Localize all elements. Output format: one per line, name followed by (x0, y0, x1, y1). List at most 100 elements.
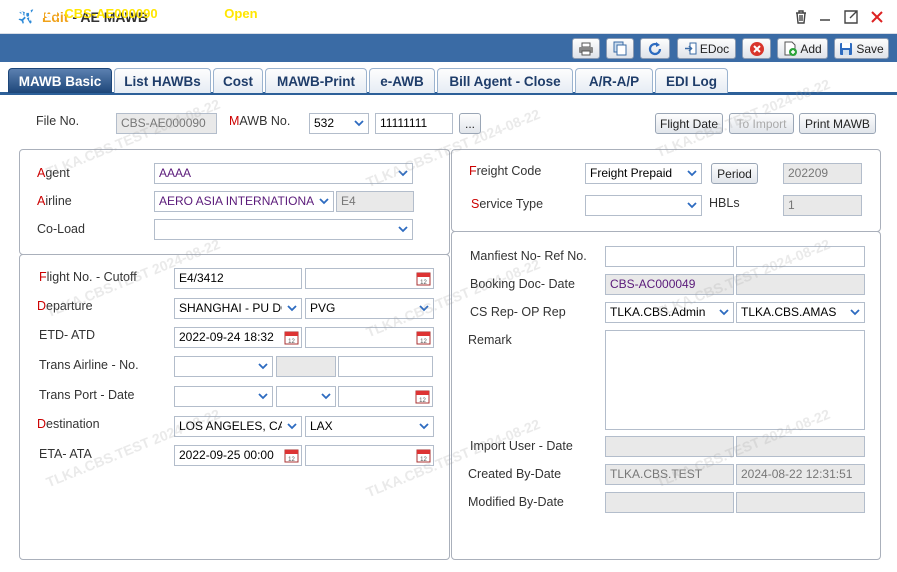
chevron-down-icon (318, 198, 329, 205)
chevron-down-icon (320, 393, 331, 400)
destination-select[interactable]: LOS ANGELES, CA (174, 416, 302, 437)
eta-input[interactable]: 2022-09-25 00:00 12 (174, 445, 302, 466)
add-button[interactable]: Add (777, 38, 828, 59)
calendar-icon[interactable]: 12 (416, 271, 431, 286)
trans-airline-code-field (276, 356, 336, 377)
trans-flight-no-input[interactable] (338, 356, 433, 377)
calendar-icon[interactable]: 12 (416, 448, 431, 463)
calendar-icon[interactable]: 12 (416, 330, 431, 345)
edoc-button[interactable]: EDoc (677, 38, 736, 59)
svg-text:12: 12 (420, 457, 427, 463)
print-button[interactable] (572, 38, 600, 59)
tab-e-awb[interactable]: e-AWB (369, 68, 435, 93)
chevron-down-icon (686, 202, 697, 209)
cs-rep-select[interactable]: TLKA.CBS.Admin (605, 302, 734, 323)
mawb-lookup-button[interactable]: ... (459, 113, 481, 134)
service-type-select[interactable] (585, 195, 702, 216)
tab-bill-agent-close[interactable]: Bill Agent - Close (437, 68, 573, 93)
trans-date-input[interactable]: 12 (338, 386, 433, 407)
mawb-no-input[interactable]: 11111111 (375, 113, 453, 134)
destination-label: Destination (37, 417, 100, 431)
agent-label: Agent (37, 166, 70, 180)
booking-date-field (736, 274, 865, 295)
trans-port-select[interactable] (174, 386, 273, 407)
departure-select[interactable]: SHANGHAI - PU DONG (174, 298, 302, 319)
ata-input[interactable]: 12 (305, 445, 434, 466)
tab-list-hawbs[interactable]: List HAWBs (114, 68, 211, 93)
import-date-field (736, 436, 865, 457)
op-rep-select[interactable]: TLKA.CBS.AMAS (736, 302, 865, 323)
airline-label: Airline (37, 194, 72, 208)
copy-button[interactable] (606, 38, 634, 59)
chevron-down-icon (286, 305, 297, 312)
cutoff-date-input[interactable]: 12 (305, 268, 434, 289)
tab-ar-ap[interactable]: A/R-A/P (575, 68, 653, 93)
ref-no-input[interactable] (736, 246, 865, 267)
modified-by-label: Modified By-Date (468, 495, 564, 509)
remark-textarea[interactable] (605, 330, 865, 430)
copy-icon (613, 41, 627, 56)
mawb-no-label: MAWB No. (229, 114, 291, 128)
hbls-field: 1 (783, 195, 862, 216)
chevron-down-icon (286, 423, 297, 430)
maximize-icon[interactable] (842, 8, 860, 26)
booking-doc-field: CBS-AC000049 (605, 274, 734, 295)
atd-input[interactable]: 12 (305, 327, 434, 348)
airline-code-field: E4 (336, 191, 414, 212)
file-no-label: File No. (36, 114, 80, 128)
co-load-label: Co-Load (37, 222, 85, 236)
service-type-label: Service Type (471, 197, 544, 211)
to-import-button[interactable]: To Import (729, 113, 794, 134)
destination-code-select[interactable]: LAX (305, 416, 434, 437)
save-button[interactable]: Save (834, 38, 889, 59)
mawb-prefix-select[interactable]: 532 (309, 113, 369, 134)
etd-input[interactable]: 2022-09-24 18:32 12 (174, 327, 302, 348)
import-user-label: Import User - Date (470, 439, 573, 453)
departure-code-select[interactable]: PVG (305, 298, 434, 319)
chevron-down-icon (257, 393, 268, 400)
status: Status : Open (173, 6, 258, 21)
print-mawb-button[interactable]: Print MAWB (799, 113, 876, 134)
trans-port-code-select[interactable] (276, 386, 336, 407)
modified-by-field (605, 492, 734, 513)
cancel-button[interactable] (742, 38, 771, 59)
add-icon (784, 41, 798, 56)
svg-text:12: 12 (288, 457, 295, 463)
calendar-icon[interactable]: 12 (284, 330, 299, 345)
svg-text:12: 12 (420, 280, 427, 286)
tab-cost[interactable]: Cost (213, 68, 263, 93)
freight-code-label: Freight Code (469, 164, 542, 178)
flight-date-button[interactable]: Flight Date (655, 113, 723, 134)
remark-label: Remark (468, 333, 512, 347)
freight-panel (451, 149, 881, 232)
svg-text:12: 12 (288, 339, 295, 345)
calendar-icon[interactable]: 12 (415, 389, 430, 404)
save-icon (840, 42, 853, 55)
flight-no-input[interactable]: E4/3412 (174, 268, 302, 289)
departure-label: Departure (37, 299, 93, 313)
chevron-down-icon (418, 423, 429, 430)
flight-no-label: Flight No. - Cutoff (39, 270, 137, 284)
period-button[interactable]: Period (711, 163, 758, 184)
co-load-select[interactable] (154, 219, 413, 240)
close-icon[interactable] (868, 8, 886, 26)
modified-date-field (736, 492, 865, 513)
refresh-icon (648, 41, 662, 55)
trans-airline-select[interactable] (174, 356, 273, 377)
agent-select[interactable]: AAAA (154, 163, 413, 184)
freight-code-select[interactable]: Freight Prepaid (585, 163, 702, 184)
chevron-down-icon (718, 309, 729, 316)
tab-mawb-basic[interactable]: MAWB Basic (8, 68, 112, 93)
tab-mawb-print[interactable]: MAWB-Print (265, 68, 367, 93)
airline-select[interactable]: AERO ASIA INTERNATIONAL (154, 191, 334, 212)
chevron-down-icon (418, 305, 429, 312)
booking-doc-label: Booking Doc- Date (470, 277, 575, 291)
tab-edi-log[interactable]: EDI Log (655, 68, 728, 93)
manifest-no-input[interactable] (605, 246, 734, 267)
manifest-label: Manfiest No- Ref No. (470, 249, 587, 263)
minimize-icon[interactable] (816, 8, 834, 26)
trash-icon[interactable] (792, 8, 810, 26)
calendar-icon[interactable]: 12 (284, 448, 299, 463)
refresh-button[interactable] (640, 38, 670, 59)
printer-icon (579, 42, 593, 55)
